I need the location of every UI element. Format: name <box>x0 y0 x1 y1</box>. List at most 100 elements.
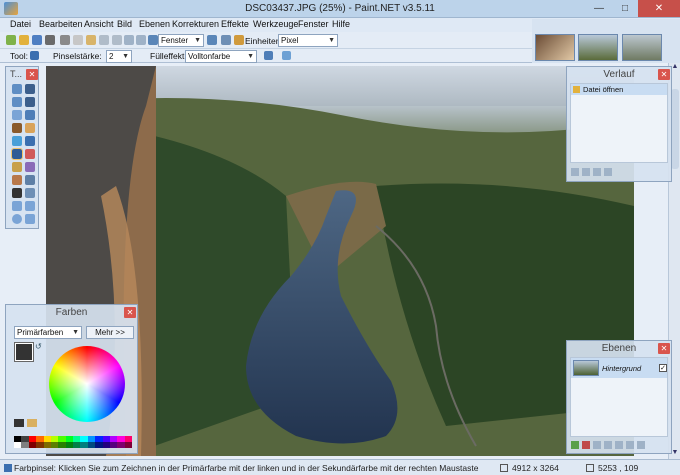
image-tabs <box>532 19 680 63</box>
menu-hilfe[interactable]: Hilfe <box>332 19 350 29</box>
scroll-thumb[interactable] <box>671 89 679 169</box>
cursor-position-icon <box>586 464 594 472</box>
rounded-rect-icon[interactable] <box>25 201 35 211</box>
freeform-icon[interactable] <box>25 214 35 224</box>
first-step-icon[interactable] <box>571 168 579 176</box>
colors-close-icon[interactable]: ✕ <box>124 307 136 318</box>
layers-close-icon[interactable]: ✕ <box>658 343 670 354</box>
image-thumb-1[interactable] <box>535 34 575 61</box>
status-hint: Farbpinsel: Klicken Sie zum Zeichnen in … <box>14 463 479 473</box>
status-bar: Farbpinsel: Klicken Sie zum Zeichnen in … <box>0 459 680 475</box>
layer-row[interactable]: Hintergrund ✓ <box>571 358 667 378</box>
units-value: Pixel <box>281 36 299 45</box>
move-layer-up-icon[interactable] <box>615 441 623 449</box>
new-file-icon[interactable] <box>6 35 16 45</box>
paintbrush-icon[interactable] <box>30 51 39 60</box>
grid-icon[interactable] <box>221 35 231 45</box>
history-close-icon[interactable]: ✕ <box>658 69 670 80</box>
zoom-value: Fenster <box>161 36 189 45</box>
redo-icon[interactable] <box>136 35 146 45</box>
crop-icon[interactable] <box>99 35 109 45</box>
blend-mode-icon[interactable] <box>282 51 291 60</box>
menu-datei[interactable]: Datei <box>10 19 31 29</box>
text-icon[interactable] <box>12 188 22 198</box>
color-mode-combo[interactable]: Primärfarben ▼ <box>14 326 82 339</box>
save-icon[interactable] <box>32 35 42 45</box>
ellipse-select-icon[interactable] <box>12 110 22 120</box>
menu-ansicht[interactable]: Ansicht <box>84 19 114 29</box>
menu-effekte[interactable]: Effekte <box>221 19 249 29</box>
image-size-icon <box>500 464 508 472</box>
eraser-icon[interactable] <box>25 149 35 159</box>
last-step-icon[interactable] <box>604 168 612 176</box>
recolor-icon[interactable] <box>25 175 35 185</box>
tools-close-icon[interactable]: ✕ <box>26 69 38 80</box>
units-combo[interactable]: Pixel ▼ <box>278 34 338 47</box>
pan-icon[interactable] <box>25 123 35 133</box>
menu-bild[interactable]: Bild <box>117 19 132 29</box>
cursor-position: 5253 , 109 <box>598 463 639 473</box>
image-thumb-3[interactable] <box>622 34 662 61</box>
image-thumb-active[interactable] <box>578 34 618 61</box>
paintbrush-tool-icon[interactable] <box>11 148 23 160</box>
color-palette[interactable] <box>14 436 132 448</box>
merge-layer-icon[interactable] <box>604 441 612 449</box>
maximize-button[interactable]: □ <box>612 0 638 17</box>
deselect-icon[interactable] <box>112 35 122 45</box>
undo-step-icon[interactable] <box>582 168 590 176</box>
zoom-in-icon[interactable] <box>207 35 217 45</box>
close-button[interactable]: ✕ <box>638 0 680 17</box>
zoom-icon[interactable] <box>148 35 158 45</box>
minimize-button[interactable]: — <box>586 0 612 17</box>
layer-properties-icon[interactable] <box>637 441 645 449</box>
cut-icon[interactable] <box>60 35 70 45</box>
history-item[interactable]: Datei öffnen <box>571 84 667 95</box>
antialias-icon[interactable] <box>264 51 273 60</box>
color-picker-icon[interactable] <box>25 162 35 172</box>
paint-bucket-icon[interactable] <box>12 136 22 146</box>
primary-color-swatch[interactable] <box>14 342 34 362</box>
redo-step-icon[interactable] <box>593 168 601 176</box>
lasso-icon[interactable] <box>12 97 22 107</box>
pencil-icon[interactable] <box>12 162 22 172</box>
magic-wand-icon[interactable] <box>12 123 22 133</box>
fill-label: Fülleffekt: <box>150 51 187 61</box>
copy-icon[interactable] <box>73 35 83 45</box>
move-icon[interactable] <box>25 84 35 94</box>
zoom-tool-icon[interactable] <box>25 110 35 120</box>
fill-combo[interactable]: Volltonfarbe ▼ <box>185 50 257 63</box>
line-icon[interactable] <box>25 188 35 198</box>
menu-korrekturen[interactable]: Korrekturen <box>172 19 219 29</box>
zoom-combo[interactable]: Fenster ▼ <box>158 34 204 47</box>
duplicate-layer-icon[interactable] <box>593 441 601 449</box>
undo-icon[interactable] <box>124 35 134 45</box>
chevron-down-icon: ▼ <box>122 53 129 60</box>
paintbrush-icon <box>4 464 12 472</box>
rect-select-icon[interactable] <box>12 84 22 94</box>
move-layer-down-icon[interactable] <box>626 441 634 449</box>
palette-menu-icon[interactable] <box>27 419 37 427</box>
print-icon[interactable] <box>45 35 55 45</box>
layer-visibility-checkbox[interactable]: ✓ <box>659 364 667 372</box>
gradient-icon[interactable] <box>25 136 35 146</box>
swap-colors-icon[interactable]: ↺ <box>35 342 42 351</box>
colors-panel-title: Farben <box>55 307 88 318</box>
menu-ebenen[interactable]: Ebenen <box>139 19 170 29</box>
add-layer-icon[interactable] <box>571 441 579 449</box>
ruler-icon[interactable] <box>234 35 244 45</box>
paste-icon[interactable] <box>86 35 96 45</box>
clone-stamp-icon[interactable] <box>12 175 22 185</box>
brush-width-combo[interactable]: 2 ▼ <box>106 50 132 63</box>
menu-werkzeuge[interactable]: Werkzeuge <box>253 19 298 29</box>
layer-controls <box>571 441 661 450</box>
ellipse-icon[interactable] <box>12 214 22 224</box>
delete-layer-icon[interactable] <box>582 441 590 449</box>
color-wheel[interactable] <box>49 346 125 422</box>
rectangle-icon[interactable] <box>12 201 22 211</box>
reset-colors-icon[interactable] <box>14 419 24 427</box>
move-selection-icon[interactable] <box>25 97 35 107</box>
menu-fenster[interactable]: Fenster <box>298 19 329 29</box>
open-file-icon[interactable] <box>19 35 29 45</box>
more-colors-button[interactable]: Mehr >> <box>86 326 134 339</box>
menu-bearbeiten[interactable]: Bearbeiten <box>39 19 83 29</box>
